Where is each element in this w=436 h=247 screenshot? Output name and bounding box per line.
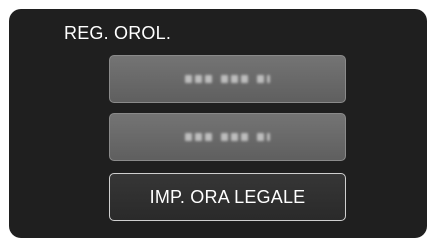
menu-button-2[interactable] [109, 113, 346, 161]
blurred-label [185, 75, 270, 83]
menu-button-1[interactable] [109, 55, 346, 103]
daylight-saving-label: IMP. ORA LEGALE [149, 186, 306, 207]
screen-title: REG. OROL. [64, 23, 172, 43]
blurred-label [185, 133, 270, 141]
camera-menu-screen: REG. OROL. IMP. ORA LEGALE [9, 9, 427, 238]
daylight-saving-button[interactable]: IMP. ORA LEGALE [109, 173, 346, 221]
